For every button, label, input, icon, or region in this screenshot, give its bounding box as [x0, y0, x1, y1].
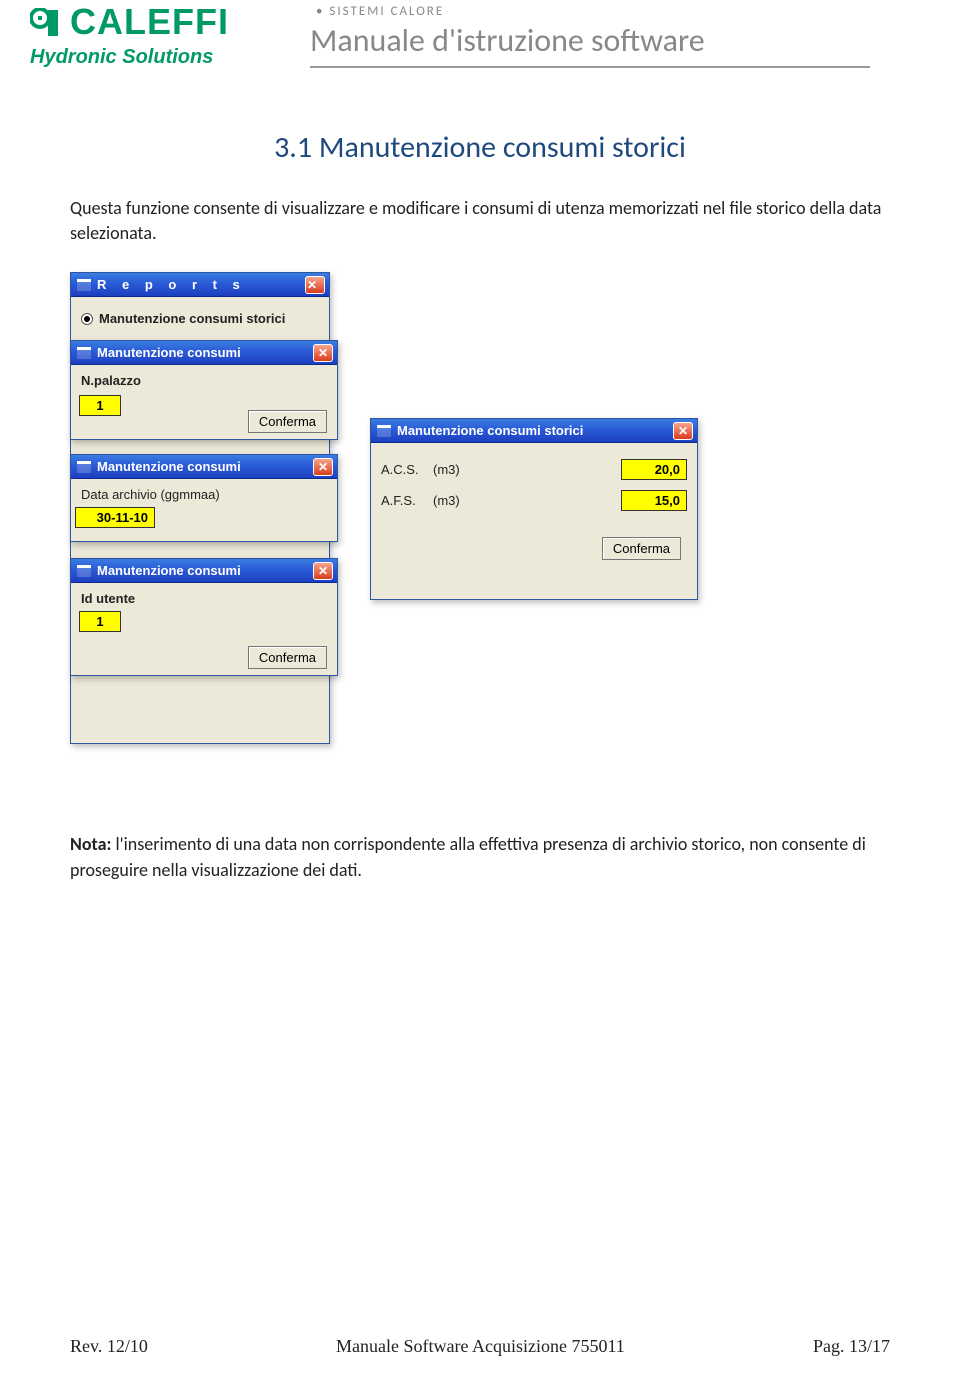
window-consumi-storici: Manutenzione consumi storici ✕ A.C.S. (m…	[370, 418, 698, 600]
titlebar-w3: Manutenzione consumi ✕	[71, 559, 337, 583]
window-icon	[77, 460, 91, 474]
footer-center: Manuale Software Acquisizione 755011	[336, 1336, 625, 1357]
sistemi-label: SISTEMI CALORE	[310, 4, 930, 19]
titlebar-w1: Manutenzione consumi ✕	[71, 341, 337, 365]
close-button[interactable]: ✕	[673, 422, 693, 440]
page-footer: Rev. 12/10 Manuale Software Acquisizione…	[0, 1336, 960, 1357]
titlebar-text: Manutenzione consumi	[97, 345, 241, 360]
afs-row: A.F.S. (m3) 15,0	[381, 490, 687, 511]
acs-label: A.C.S.	[381, 462, 433, 477]
titlebar-text: Manutenzione consumi storici	[397, 423, 583, 438]
afs-unit: (m3)	[433, 493, 460, 508]
titlebar-text: Manutenzione consumi	[97, 459, 241, 474]
logo-main: CALEFFI	[30, 4, 290, 44]
radio-label: Manutenzione consumi storici	[99, 311, 285, 326]
document-title: Manuale d'istruzione software	[310, 21, 930, 60]
afs-input[interactable]: 15,0	[621, 490, 687, 511]
reports-body: Manutenzione consumi storici	[71, 297, 329, 334]
titlebar-text: R e p o r t s	[97, 277, 246, 292]
page-header: CALEFFI Hydronic Solutions SISTEMI CALOR…	[0, 0, 960, 69]
data-archivio-label: Data archivio (ggmmaa)	[81, 487, 220, 502]
window-icon	[77, 564, 91, 578]
logo-text: CALEFFI	[70, 1, 229, 42]
close-button[interactable]: ✕	[313, 562, 333, 580]
section-title: 3.1 Manutenzione consumi storici	[70, 129, 890, 166]
id-utente-label: Id utente	[81, 591, 135, 606]
window-icon	[377, 424, 391, 438]
note-body: l'inserimento di una data non corrispond…	[70, 833, 866, 880]
window-icon	[77, 346, 91, 360]
window-npalazzo: Manutenzione consumi ✕ N.palazzo 1 Confe…	[70, 340, 338, 440]
afs-label: A.F.S.	[381, 493, 433, 508]
logo-block: CALEFFI Hydronic Solutions	[30, 4, 290, 69]
footer-page: Pag. 13/17	[813, 1336, 890, 1357]
id-utente-input[interactable]: 1	[79, 611, 121, 632]
conferma-button[interactable]: Conferma	[248, 410, 327, 433]
note-paragraph: Nota: l'inserimento di una data non corr…	[70, 832, 890, 882]
logo-sub: Hydronic Solutions	[30, 46, 290, 69]
acs-unit: (m3)	[433, 462, 460, 477]
radio-icon	[81, 313, 93, 325]
titlebar-w2: Manutenzione consumi ✕	[71, 455, 337, 479]
intro-paragraph: Questa funzione consente di visualizzare…	[70, 196, 890, 246]
data-archivio-input[interactable]: 30-11-10	[75, 507, 155, 528]
content-area: 3.1 Manutenzione consumi storici Questa …	[0, 69, 960, 883]
note-label: Nota:	[70, 833, 111, 855]
header-right: SISTEMI CALORE Manuale d'istruzione soft…	[290, 4, 930, 68]
caleffi-mark-icon	[30, 8, 64, 44]
acs-row: A.C.S. (m3) 20,0	[381, 459, 687, 480]
conferma-button[interactable]: Conferma	[248, 646, 327, 669]
window-id-utente: Manutenzione consumi ✕ Id utente 1 Confe…	[70, 558, 338, 676]
npalazzo-input[interactable]: 1	[79, 395, 121, 416]
titlebar-reports: R e p o r t s ✕	[71, 273, 329, 297]
titlebar-w4: Manutenzione consumi storici ✕	[371, 419, 697, 443]
close-button[interactable]: ✕	[305, 276, 325, 294]
header-rule	[310, 66, 870, 68]
footer-rev: Rev. 12/10	[70, 1336, 148, 1357]
acs-input[interactable]: 20,0	[621, 459, 687, 480]
radio-option[interactable]: Manutenzione consumi storici	[81, 311, 319, 326]
conferma-button[interactable]: Conferma	[602, 537, 681, 560]
close-button[interactable]: ✕	[313, 344, 333, 362]
npalazzo-label: N.palazzo	[81, 373, 141, 388]
close-button[interactable]: ✕	[313, 458, 333, 476]
window-icon	[77, 278, 91, 292]
window-data-archivio: Manutenzione consumi ✕ Data archivio (gg…	[70, 454, 338, 542]
screenshots-composite: R e p o r t s ✕ Manutenzione consumi sto…	[70, 272, 790, 792]
titlebar-text: Manutenzione consumi	[97, 563, 241, 578]
